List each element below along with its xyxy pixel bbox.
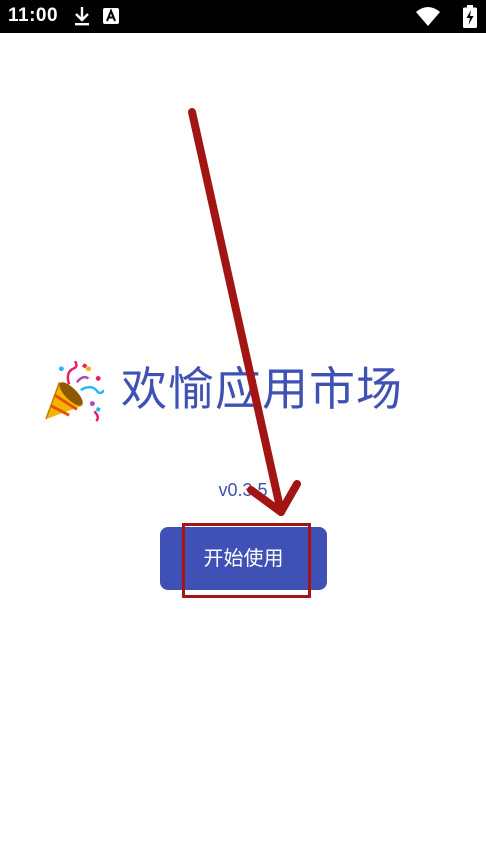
a-notification-icon [103,8,119,24]
battery-charging-icon [463,5,477,28]
version-label: v0.3.5 [218,480,268,500]
wifi-icon [416,7,440,26]
app-screen: 11:00 欢愉应用市场 v0.3.5 开始使用 [0,0,486,864]
annotation-arrow-icon [188,108,301,516]
title-row: 欢愉应用市场 [0,355,486,425]
status-time: 11:00 [8,5,59,26]
start-button[interactable]: 开始使用 [160,527,327,590]
status-bar: 11:00 [0,0,486,33]
party-popper-icon [45,361,104,422]
download-icon [75,7,89,26]
app-title: 欢愉应用市场 [121,362,403,416]
